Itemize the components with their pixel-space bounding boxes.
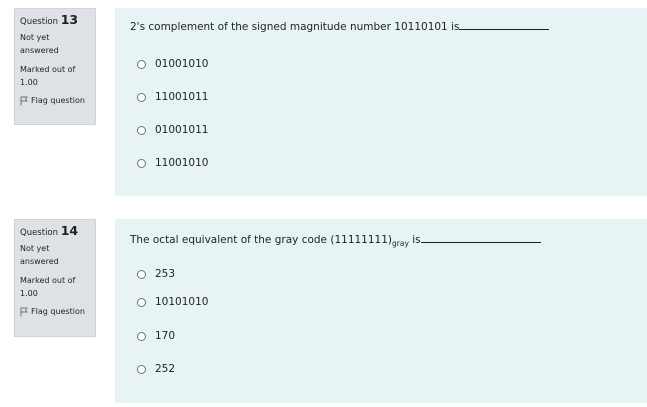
answer-option[interactable]: 01001010 — [137, 57, 208, 71]
flag-question-link[interactable]: Flag question — [20, 306, 90, 318]
flag-question-link[interactable]: Flag question — [20, 95, 90, 107]
radio-button[interactable] — [137, 297, 146, 307]
radio-button[interactable] — [137, 269, 146, 279]
radio-button[interactable] — [137, 364, 146, 374]
answer-option[interactable]: 252 — [137, 362, 175, 376]
question-state: Not yet answered — [20, 33, 59, 55]
question-text: The octal equivalent of the gray code (1… — [130, 233, 541, 247]
flag-icon — [20, 307, 28, 317]
question-state: Not yet answered — [20, 244, 59, 266]
answer-option[interactable]: 11001010 — [137, 156, 208, 170]
answer-option[interactable]: 10101010 — [137, 295, 208, 309]
answer-blank — [459, 27, 550, 30]
question-14-info: Question 14 Not yet answered Marked out … — [14, 219, 96, 337]
question-grade: Marked out of 1.00 — [20, 276, 76, 298]
answer-blank — [420, 240, 541, 243]
radio-button[interactable] — [137, 92, 146, 102]
question-text: 2's complement of the signed magnitude n… — [130, 20, 550, 34]
radio-button[interactable] — [137, 158, 146, 168]
answer-option[interactable]: 170 — [137, 329, 175, 343]
question-number: Question 13 — [20, 12, 79, 28]
question-14-content: The octal equivalent of the gray code (1… — [115, 219, 647, 403]
radio-button[interactable] — [137, 125, 146, 135]
question-13-info: Question 13 Not yet answered Marked out … — [14, 8, 96, 125]
radio-button[interactable] — [137, 59, 146, 69]
flag-icon — [20, 96, 28, 106]
radio-button[interactable] — [137, 331, 146, 341]
answer-option[interactable]: 253 — [137, 267, 175, 281]
question-13-content: 2's complement of the signed magnitude n… — [115, 8, 647, 196]
answer-option[interactable]: 01001011 — [137, 123, 208, 137]
answer-option[interactable]: 11001011 — [137, 90, 208, 104]
question-number: Question 14 — [20, 223, 79, 239]
question-grade: Marked out of 1.00 — [20, 65, 76, 87]
